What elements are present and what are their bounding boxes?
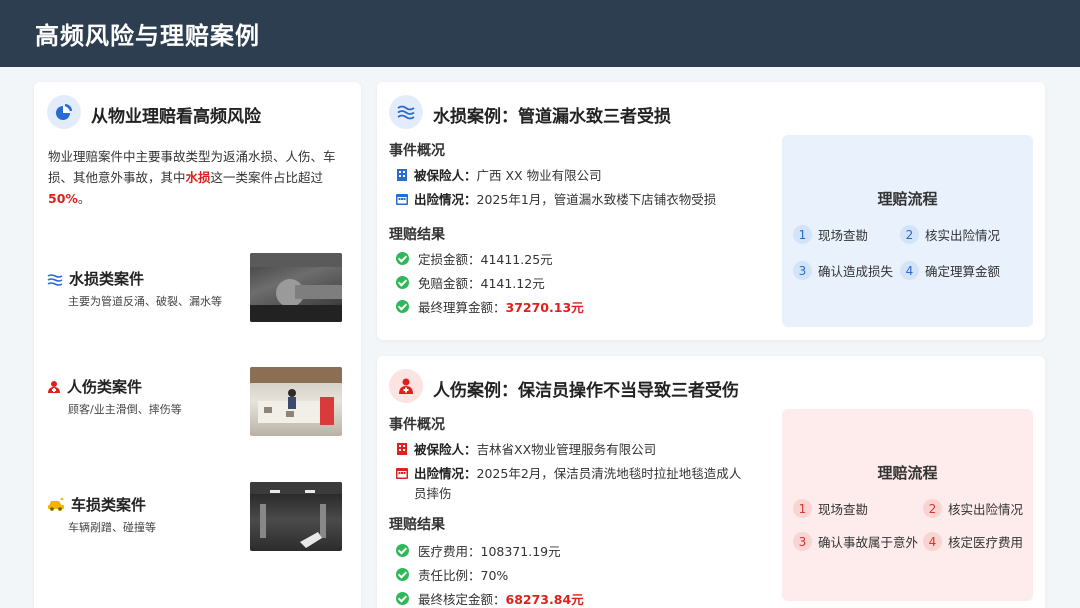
intro-mid: 这一类案件占比超过: [210, 170, 324, 185]
category-vehicle-desc: 车辆剐蹭、碰撞等: [68, 521, 156, 534]
case1-flow-title: 理赔流程: [877, 190, 938, 208]
step-number: 4: [900, 261, 919, 280]
intro-percent: 50%: [48, 191, 78, 206]
intro-text: 物业理赔案件中主要事故类型为返涌水损、人伤、车损、其他意外事故，其中水损这一类案…: [48, 146, 348, 209]
case2-incident-value: 2025年2月，保洁员清洗地毯时拉扯地毯造成人: [476, 466, 742, 481]
calendar-icon: [396, 467, 408, 479]
case1-deductible: 免赔金额：4141.12元: [418, 276, 545, 291]
step-number: 2: [923, 499, 942, 518]
case2-medical-cost: 医疗费用：108371.19元: [418, 544, 561, 559]
category-water-title: 水损类案件: [69, 270, 145, 288]
case2-result-row: 医疗费用：108371.19元: [396, 541, 561, 560]
step-number: 3: [793, 261, 812, 280]
case2-result-row: 责任比例：70%: [396, 565, 508, 584]
person-injury-icon: [47, 379, 65, 395]
intro-end: 。: [77, 191, 91, 206]
step-label: 现场查勘: [818, 228, 869, 243]
case1-overview-heading: 事件概况: [389, 143, 445, 159]
category-vehicle-title: 车损类案件: [71, 496, 147, 514]
flow-step: 2 核实出险情况: [923, 499, 1023, 518]
vehicle-photo: [250, 482, 342, 551]
step-label: 核实出险情况: [948, 502, 1024, 517]
case2-final-row: 最终核定金额： 68273.84元: [396, 589, 584, 608]
calendar-icon: [396, 193, 408, 205]
case2-insured-value: 吉林省XX物业管理服务有限公司: [476, 442, 657, 457]
case1-assessed-amount: 定损金额：41411.25元: [418, 252, 553, 267]
case1-final-amount: 37270.13元: [505, 300, 584, 315]
category-injury-title: 人伤类案件: [67, 378, 143, 396]
case1-insured-label: 被保险人：: [414, 168, 477, 183]
case1-final-row: 最终理算金额： 37270.13元: [396, 297, 584, 316]
injury-case-card: 人伤案例：保洁员操作不当导致三者受伤 事件概况 被保险人： 吉林省XX物业管理服…: [377, 356, 1045, 608]
intro-highlight: 水损: [185, 170, 211, 185]
case1-final-label: 最终理算金额：: [418, 300, 506, 315]
step-label: 核实出险情况: [925, 228, 1001, 243]
case2-claim-flow-panel: 理赔流程 1 现场查勘 2 核实出险情况 3 确认事故属于意外 4 核定医疗费用: [782, 409, 1033, 601]
step-number: 1: [793, 499, 812, 518]
flow-step: 4 确定理算金额: [900, 261, 1000, 280]
page-header: 高频风险与理赔案例: [0, 0, 1080, 67]
step-label: 确定理算金额: [925, 264, 1001, 279]
water-damage-case-card: 水损案例：管道漏水致三者受损 事件概况 被保险人： 广西 XX 物业有限公司 出…: [377, 82, 1045, 340]
case1-title: 水损案例：管道漏水致三者受损: [433, 107, 671, 127]
step-number: 2: [900, 225, 919, 244]
step-number: 3: [793, 532, 812, 551]
pie-chart-icon: [47, 95, 81, 129]
building-icon: [397, 442, 407, 455]
step-label: 确认事故属于意外: [818, 535, 919, 550]
step-label: 现场查勘: [818, 502, 869, 517]
flow-step: 3 确认事故属于意外: [793, 532, 918, 551]
check-circle-icon: [396, 568, 409, 581]
check-circle-icon: [396, 592, 409, 605]
case1-insured-row: 被保险人： 广西 XX 物业有限公司: [396, 165, 602, 184]
car-crash-icon: [47, 496, 65, 512]
case2-title: 人伤案例：保洁员操作不当导致三者受伤: [433, 381, 739, 401]
case2-incident-label: 出险情况：: [414, 466, 477, 481]
water-damage-photo: [250, 253, 342, 322]
high-risk-card: 从物业理赔看高频风险 物业理赔案件中主要事故类型为返涌水损、人伤、车损、其他意外…: [34, 82, 361, 608]
case2-flow-title: 理赔流程: [877, 464, 938, 482]
step-label: 核定医疗费用: [948, 535, 1024, 550]
case1-incident-row: 出险情况： 2025年1月，管道漏水致楼下店铺衣物受损: [396, 189, 716, 208]
step-number: 1: [793, 225, 812, 244]
case2-final-label: 最终核定金额：: [418, 592, 506, 607]
check-circle-icon: [396, 276, 409, 289]
flow-step: 4 核定医疗费用: [923, 532, 1023, 551]
case2-insured-label: 被保险人：: [414, 442, 477, 457]
check-circle-icon: [396, 300, 409, 313]
water-wave-icon: [47, 272, 65, 288]
step-number: 4: [923, 532, 942, 551]
case2-incident-row-cont: 员摔伤: [414, 483, 452, 502]
step-label: 确认造成损失: [818, 264, 894, 279]
case1-insured-value: 广西 XX 物业有限公司: [476, 168, 602, 183]
case1-result-row: 定损金额：41411.25元: [396, 249, 553, 268]
flow-step: 1 现场查勘: [793, 499, 868, 518]
person-injury-icon: [389, 369, 423, 403]
building-icon: [397, 168, 407, 181]
flow-step: 1 现场查勘: [793, 225, 868, 244]
case2-insured-row: 被保险人： 吉林省XX物业管理服务有限公司: [396, 439, 656, 458]
category-injury-desc: 顾客/业主滑倒、摔伤等: [68, 403, 182, 416]
check-circle-icon: [396, 252, 409, 265]
flow-step: 3 确认造成损失: [793, 261, 893, 280]
case2-incident-value-cont: 员摔伤: [414, 486, 452, 501]
case1-result-heading: 理赔结果: [389, 227, 445, 243]
flow-step: 2 核实出险情况: [900, 225, 1000, 244]
case1-incident-label: 出险情况：: [414, 192, 477, 207]
page-title: 高频风险与理赔案例: [35, 22, 260, 50]
case1-result-row: 免赔金额：4141.12元: [396, 273, 545, 292]
case1-claim-flow-panel: 理赔流程 1 现场查勘 2 核实出险情况 3 确认造成损失 4 确定理算金额: [782, 135, 1033, 327]
case1-incident-value: 2025年1月，管道漏水致楼下店铺衣物受损: [476, 192, 717, 207]
case2-final-amount: 68273.84元: [505, 592, 584, 607]
check-circle-icon: [396, 544, 409, 557]
case2-overview-heading: 事件概况: [389, 417, 445, 433]
left-card-title: 从物业理赔看高频风险: [91, 107, 261, 127]
case2-incident-row: 出险情况： 2025年2月，保洁员清洗地毯时拉扯地毯造成人: [396, 463, 741, 482]
water-wave-icon: [389, 95, 423, 129]
category-water-desc: 主要为管道反涌、破裂、漏水等: [68, 295, 222, 308]
injury-photo: [250, 367, 342, 436]
case2-result-heading: 理赔结果: [389, 517, 445, 533]
case2-liability-ratio: 责任比例：70%: [418, 568, 509, 583]
